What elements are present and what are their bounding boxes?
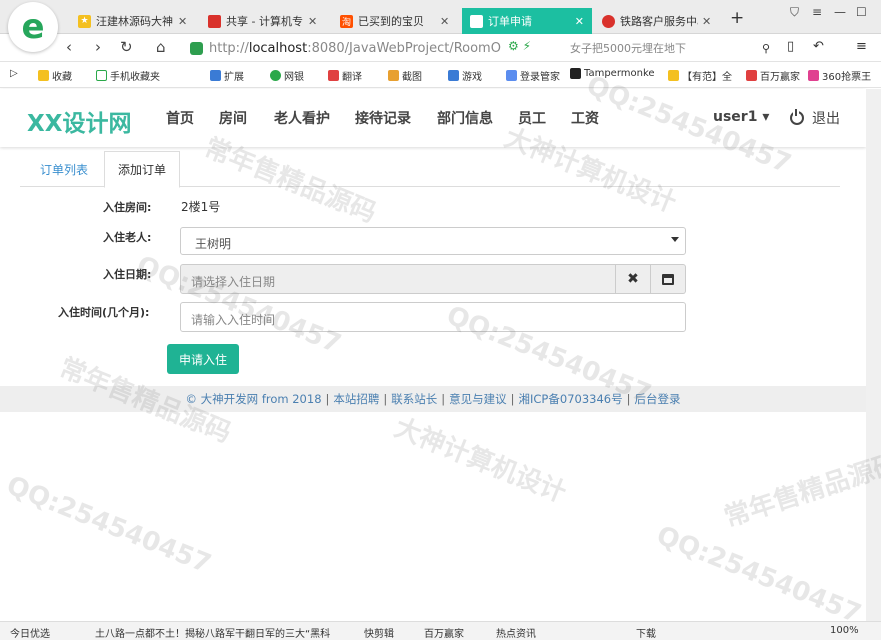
watermark: QQ:254540457 [652, 520, 866, 630]
power-icon [790, 109, 804, 125]
page-icon [470, 14, 483, 28]
nav-rooms[interactable]: 房间 [219, 108, 247, 128]
address-bar[interactable]: http://localhost:8080/JavaWebProject/Roo… [190, 37, 560, 59]
bookmark[interactable]: 百万赢家 [746, 68, 800, 83]
bookmark[interactable]: 翻译 [328, 68, 362, 83]
news-ticker[interactable]: 土八路一点都不土！揭秘八路军干翻日军的三大“黑科 [95, 625, 357, 640]
search-icon[interactable]: ⚲ [762, 42, 770, 55]
tab-order-list[interactable]: 订单列表 [27, 151, 101, 187]
back-icon[interactable]: ‹ [66, 38, 72, 56]
bookmark[interactable]: 网银 [270, 68, 304, 83]
bookmark[interactable]: Tampermonke [570, 68, 655, 79]
security-shield-icon [190, 41, 203, 55]
elder-select[interactable]: 王树明 [180, 227, 686, 255]
order-tabs: 订单列表 添加订单 [20, 151, 840, 188]
browser-tab[interactable]: 铁路客户服务中心 ✕ [594, 8, 724, 34]
watermark: 常年售精品源码 [720, 448, 881, 534]
skin-icon[interactable]: ⛉ [790, 5, 799, 20]
nav-home[interactable]: 首页 [166, 108, 194, 128]
months-input[interactable]: 请输入入住时间 [180, 302, 686, 332]
close-tab-icon[interactable]: ✕ [178, 15, 187, 28]
footer-link[interactable]: 联系站长 [391, 391, 437, 407]
footer-link[interactable]: 意见与建议 [449, 391, 507, 407]
hot-news[interactable]: 热点资讯 [496, 625, 536, 640]
bookmark[interactable]: 【有范】全 [668, 68, 732, 83]
bookmark[interactable]: 截图 [388, 68, 422, 83]
months-label: 入住时间(几个月): [58, 306, 150, 319]
maximize-icon[interactable]: ☐ [856, 5, 867, 19]
bookmark[interactable]: 360抢票王 [808, 68, 871, 83]
site-header: XX设计网 首页 房间 老人看护 接待记录 部门信息 员工 工资 user1 ▾… [0, 89, 866, 147]
taobao-icon: 淘 [340, 14, 353, 28]
room-value: 2楼1号 [181, 200, 221, 214]
footer-link[interactable]: 本站招聘 [333, 391, 379, 407]
close-icon: ✖ [627, 271, 639, 287]
bookmark[interactable]: 收藏 [38, 68, 72, 83]
watermark: QQ:254540457 [2, 470, 216, 580]
today-picks[interactable]: 今日优选 [10, 625, 50, 640]
nav-employees[interactable]: 员工 [518, 108, 546, 128]
tab-add-order[interactable]: 添加订单 [104, 151, 181, 188]
quick-clip[interactable]: 快剪辑 [364, 625, 394, 640]
bookmark[interactable]: 扩展 [210, 68, 244, 83]
hamburger-menu-icon[interactable]: ≡ [856, 39, 867, 54]
browser-nav-bar: ‹ › ↻ ⌂ http://localhost:8080/JavaWebPro… [0, 34, 881, 62]
nav-elder-care[interactable]: 老人看护 [274, 108, 330, 128]
nav-reception-records[interactable]: 接待记录 [355, 108, 411, 128]
browser-tab[interactable]: ★ 汪建林源码大神 ✕ [70, 8, 200, 34]
close-tab-icon[interactable]: ✕ [702, 15, 711, 28]
home-icon[interactable]: ⌂ [156, 38, 166, 56]
reload-icon[interactable]: ↻ [120, 38, 133, 56]
logout-button[interactable]: 退出 [790, 108, 840, 128]
bookmarks-bar: ▷ 收藏 手机收藏夹 扩展 网银 翻译 截图 游戏 登录管家 Tampermon… [0, 62, 881, 88]
million-winner[interactable]: 百万赢家 [424, 625, 464, 640]
footer-link[interactable]: 后台登录 [634, 391, 680, 407]
phone-icon[interactable]: ▯ [787, 39, 794, 54]
bookmark[interactable]: 游戏 [448, 68, 482, 83]
browser-tab-bar: ★ 汪建林源码大神 ✕ 共享 - 计算机专 ✕ 淘 已买到的宝贝 ✕ 订单申请 … [0, 0, 881, 34]
submit-button[interactable]: 申请入住 [167, 344, 239, 374]
browser-logo-icon[interactable]: e [8, 2, 58, 52]
new-tab-icon[interactable]: + [730, 8, 744, 28]
forward-icon[interactable]: › [95, 38, 101, 56]
menu-icon[interactable]: ≡ [812, 5, 822, 19]
calendar-button[interactable] [651, 264, 686, 294]
calendar-icon [662, 273, 674, 285]
site-brand[interactable]: XX设计网 [27, 104, 131, 138]
nav-departments[interactable]: 部门信息 [437, 108, 493, 128]
footer-copyright: © 大神开发网 from 2018 [185, 392, 322, 406]
star-icon: ★ [78, 14, 91, 28]
bookmark[interactable]: 手机收藏夹 [96, 68, 160, 83]
date-picker: 请选择入住日期 ✖ [180, 264, 686, 294]
speed-mode-icon[interactable]: ⚙ ⚡ [508, 39, 531, 53]
browser-status-bar: 今日优选 土八路一点都不土！揭秘八路军干翻日军的三大“黑科 快剪辑 百万赢家 热… [0, 621, 881, 640]
site-icon [208, 14, 221, 28]
browser-tab-active[interactable]: 订单申请 ✕ [462, 8, 592, 34]
zoom-level[interactable]: 100% [830, 625, 859, 636]
search-box[interactable]: 女子把5000元埋在地下 ⚲ [570, 38, 770, 58]
watermark: 大神计算机设计 [390, 412, 571, 509]
nav-salary[interactable]: 工资 [571, 108, 599, 128]
close-tab-icon[interactable]: ✕ [440, 15, 449, 28]
user-menu[interactable]: user1 ▾ [713, 109, 769, 125]
page-scrollbar[interactable] [866, 89, 881, 621]
clear-date-button[interactable]: ✖ [616, 264, 651, 294]
room-label: 入住房间: [103, 201, 152, 214]
caret-down-icon [671, 237, 679, 242]
undo-icon[interactable]: ↶ [813, 39, 824, 54]
bookmark[interactable]: 登录管家 [506, 68, 560, 83]
footer-link[interactable]: 湘ICP备0703346号 [519, 391, 623, 407]
downloads[interactable]: 下载 [636, 625, 656, 640]
date-label: 入住日期: [103, 268, 152, 281]
minimize-icon[interactable]: — [834, 5, 846, 19]
railway-icon [602, 14, 615, 28]
browser-tab[interactable]: 共享 - 计算机专 ✕ [200, 8, 332, 34]
site-footer: © 大神开发网 from 2018 | 本站招聘 | 联系站长 | 意见与建议 | 湘I… [0, 386, 866, 412]
browser-tab[interactable]: 淘 已买到的宝贝 ✕ [332, 8, 460, 34]
sidebar-toggle-icon[interactable]: ▷ [10, 68, 18, 79]
close-tab-icon[interactable]: ✕ [575, 15, 584, 28]
close-tab-icon[interactable]: ✕ [308, 15, 317, 28]
date-input[interactable]: 请选择入住日期 [180, 264, 616, 294]
elder-label: 入住老人: [103, 231, 152, 244]
